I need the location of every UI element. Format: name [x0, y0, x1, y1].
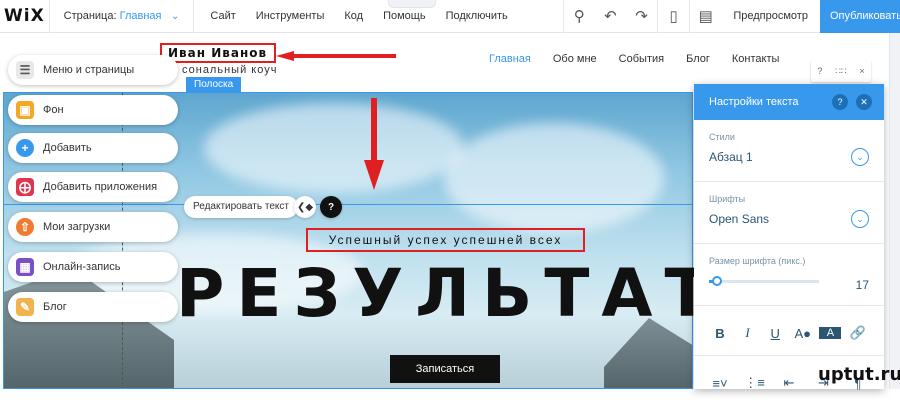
cloud-decor	[204, 103, 464, 193]
side-menu-background[interactable]: ▣ Фон	[8, 95, 178, 125]
tagline-text[interactable]: Успешный успех успешней всех	[306, 228, 585, 252]
side-menu-booking[interactable]: ▦ Онлайн-запись	[8, 252, 178, 282]
cloud-decor	[444, 123, 664, 233]
strip-tag[interactable]: Полоска	[186, 77, 242, 93]
animation-icon[interactable]: ❮◆	[294, 196, 316, 218]
red-arrow-left-icon	[276, 51, 396, 61]
text-color-icon[interactable]: A●	[792, 326, 814, 341]
edit-text-button[interactable]: Редактировать текст	[184, 196, 298, 218]
styles-section[interactable]: Стили Абзац 1 ⌄	[694, 120, 884, 182]
background-icon: ▣	[16, 101, 34, 119]
save-icon[interactable]: ▤	[690, 0, 721, 33]
font-size-value[interactable]: 17	[856, 278, 869, 292]
align-icon[interactable]: ≡˅	[709, 376, 731, 391]
highlight-icon[interactable]: A	[819, 327, 842, 339]
side-menu-label: Блог	[43, 301, 67, 313]
side-menu-add[interactable]: + Добавить	[8, 133, 178, 163]
page-selector[interactable]: Страница: Главная ⌄	[50, 0, 194, 33]
help-icon[interactable]: ?	[817, 66, 822, 76]
undo-icon[interactable]: ↶	[595, 0, 626, 33]
chevron-down-icon: ⌄	[171, 10, 180, 22]
panel-header: Настройки текста ? ✕	[694, 84, 884, 120]
red-arrow-down-icon	[364, 98, 384, 190]
editor-topbar: WiX Страница: Главная ⌄ Сайт Инструменты…	[0, 0, 900, 55]
vertical-ruler[interactable]	[889, 33, 900, 389]
close-icon[interactable]: ✕	[856, 94, 872, 110]
italic-icon[interactable]: I	[737, 325, 759, 341]
site-name[interactable]: Иван Иванов	[160, 43, 276, 63]
preview-button[interactable]: Предпросмотр	[721, 0, 820, 33]
side-menu-uploads[interactable]: ⇧ Мои загрузки	[8, 212, 178, 242]
chevron-down-icon[interactable]: ⌄	[851, 148, 869, 166]
chevron-down-icon[interactable]: ⌄	[851, 210, 869, 228]
fonts-value: Open Sans	[709, 212, 770, 226]
menu-tools[interactable]: Инструменты	[246, 0, 335, 33]
selection-line	[4, 204, 692, 205]
add-icon: +	[16, 139, 34, 157]
redo-icon[interactable]: ↷	[626, 0, 657, 33]
wix-logo[interactable]: WiX	[0, 6, 49, 26]
side-menu-label: Мои загрузки	[43, 221, 111, 233]
nav-blog[interactable]: Блог	[675, 53, 721, 65]
calendar-icon: ▦	[16, 258, 34, 276]
close-icon[interactable]: ×	[859, 66, 864, 76]
link-icon[interactable]: 🔗	[847, 325, 869, 341]
menu-site[interactable]: Сайт	[194, 0, 245, 33]
side-menu-label: Фон	[43, 104, 64, 116]
format-section: B I U A● A 🔗	[694, 306, 884, 356]
page-selector-label: Страница: Главная	[64, 10, 162, 22]
font-size-label: Размер шрифта (пикс.)	[709, 256, 806, 266]
help-icon[interactable]: ?	[320, 196, 342, 218]
hero-headline[interactable]: РЕЗУЛЬТАТ	[176, 255, 721, 332]
zoom-icon[interactable]: ⚲	[564, 0, 595, 33]
styles-value: Абзац 1	[709, 150, 753, 164]
text-settings-panel: Настройки текста ? ✕ Стили Абзац 1 ⌄ Шри…	[694, 84, 884, 391]
nav-home[interactable]: Главная	[478, 53, 542, 65]
format-row: B I U A● A 🔗	[709, 318, 869, 348]
fonts-label: Шрифты	[709, 194, 746, 204]
collapse-toolbar-handle[interactable]: ˆ	[388, 0, 436, 8]
mini-toolbar: ? ∷∷ ×	[811, 60, 871, 82]
nav-contacts[interactable]: Контакты	[721, 53, 791, 65]
styles-label: Стили	[709, 132, 735, 142]
slider-track	[709, 280, 819, 283]
font-size-section: Размер шрифта (пикс.) 17	[694, 244, 884, 306]
bold-icon[interactable]: B	[709, 326, 731, 341]
side-menu-pages[interactable]: ☰ Меню и страницы	[8, 55, 178, 85]
site-nav: Главная Обо мне События Блог Контакты	[478, 53, 790, 65]
mobile-view-icon[interactable]: ▯	[658, 0, 689, 33]
pen-icon: ✎	[16, 298, 34, 316]
nav-about[interactable]: Обо мне	[542, 53, 608, 65]
underline-icon[interactable]: U	[764, 326, 786, 341]
apps-icon: ⨁	[16, 178, 34, 196]
side-menu-label: Онлайн-запись	[43, 261, 121, 273]
side-menu-label: Добавить	[43, 142, 92, 154]
page-label: Страница:	[63, 10, 117, 22]
publish-button[interactable]: Опубликовать	[820, 0, 900, 33]
font-size-slider[interactable]	[709, 272, 869, 292]
side-menu-apps[interactable]: ⨁ Добавить приложения	[8, 172, 178, 202]
watermark: uptut.ru	[818, 364, 900, 385]
side-menu-label: Меню и страницы	[43, 64, 135, 76]
side-menu-label: Добавить приложения	[43, 181, 158, 193]
signup-button[interactable]: Записаться	[390, 355, 500, 383]
menu-premium[interactable]: Подключить премиум	[436, 0, 563, 55]
panel-title: Настройки текста	[709, 96, 799, 108]
pages-icon: ☰	[16, 61, 34, 79]
site-subtitle[interactable]: сональный коуч	[182, 64, 277, 76]
nav-events[interactable]: События	[608, 53, 675, 65]
menu-code[interactable]: Код	[334, 0, 373, 33]
slider-knob[interactable]	[711, 276, 722, 286]
drag-handle-icon[interactable]: ∷∷	[835, 66, 846, 77]
help-icon[interactable]: ?	[832, 94, 848, 110]
upload-icon: ⇧	[16, 218, 34, 236]
page-value: Главная	[119, 10, 162, 22]
fonts-section[interactable]: Шрифты Open Sans ⌄	[694, 182, 884, 244]
side-menu-blog[interactable]: ✎ Блог	[8, 292, 178, 322]
